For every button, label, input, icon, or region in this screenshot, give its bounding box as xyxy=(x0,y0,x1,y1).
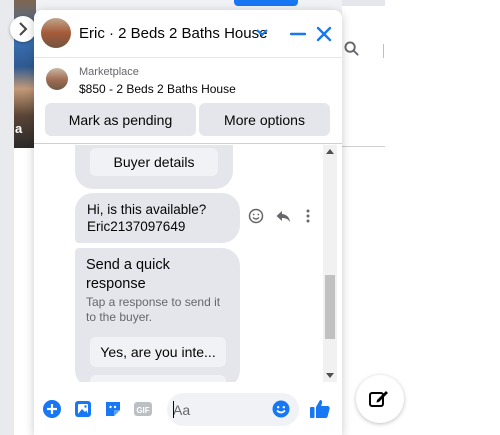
quick-reply-button[interactable]: Yes, are you inte... xyxy=(90,337,226,367)
text-caret xyxy=(173,401,174,418)
message-composer: GIF xyxy=(34,382,342,435)
minimize-icon[interactable] xyxy=(288,24,308,44)
plus-icon[interactable] xyxy=(42,399,62,419)
scroll-up-arrow[interactable] xyxy=(326,149,334,154)
message-input-wrapper[interactable] xyxy=(167,393,299,426)
background-right-panel xyxy=(342,0,385,435)
more-icon[interactable] xyxy=(304,208,312,224)
message-bubble: Buyer details xyxy=(75,145,233,189)
new-message-button[interactable] xyxy=(356,375,404,423)
background-card xyxy=(14,148,36,435)
quick-reply-button[interactable] xyxy=(90,375,226,382)
screen: a Eric · 2 Beds 2 Baths House Marketplac… xyxy=(0,0,500,435)
scrollbar-thumb[interactable] xyxy=(325,275,335,339)
chevron-down-icon[interactable] xyxy=(256,28,268,38)
more-options-button[interactable]: More options xyxy=(199,103,330,136)
page-gutter xyxy=(0,0,14,435)
gif-label: GIF xyxy=(136,406,149,415)
listing-card: Marketplace $850 - 2 Beds 2 Baths House … xyxy=(34,58,342,144)
compose-icon xyxy=(369,391,388,407)
background-top-bar xyxy=(342,0,385,6)
listing-title[interactable]: $850 - 2 Beds 2 Baths House xyxy=(79,82,236,96)
message-input[interactable] xyxy=(173,399,269,420)
emoji-icon[interactable] xyxy=(271,399,291,419)
gif-icon[interactable]: GIF xyxy=(133,399,153,419)
quick-response-title: Send a quick response xyxy=(86,257,170,292)
background-separator xyxy=(383,44,384,58)
message-text: Hi, is this available? Eric2137097649 xyxy=(87,202,207,234)
carousel-next-button[interactable] xyxy=(10,16,36,42)
reply-icon[interactable] xyxy=(275,208,291,224)
close-icon[interactable] xyxy=(314,24,334,44)
chat-window: Eric · 2 Beds 2 Baths House Marketplace … xyxy=(34,10,342,435)
message-list[interactable]: Buyer details Hi, is this available? Eri… xyxy=(34,145,323,382)
background-divider xyxy=(342,146,385,147)
chat-header[interactable]: Eric · 2 Beds 2 Baths House xyxy=(34,10,342,58)
chat-title[interactable]: Eric · 2 Beds 2 Baths House xyxy=(79,25,267,42)
scroll-down-arrow[interactable] xyxy=(326,373,334,378)
message-bubble[interactable]: Hi, is this available? Eric2137097649 xyxy=(75,193,240,243)
photo-icon[interactable] xyxy=(73,399,93,419)
background-photo-label: a xyxy=(15,121,23,136)
quick-response-subtitle: Tap a response to send it to the buyer. xyxy=(86,295,221,324)
mark-as-pending-button[interactable]: Mark as pending xyxy=(45,103,196,136)
scrollbar[interactable] xyxy=(323,145,337,382)
quick-response-card: Send a quick response Tap a response to … xyxy=(75,248,240,382)
sticker-icon[interactable] xyxy=(103,399,123,419)
listing-thumbnail[interactable] xyxy=(46,68,68,90)
emoji-icon[interactable] xyxy=(248,208,264,224)
chevron-right-icon xyxy=(19,22,28,36)
active-nav-indicator xyxy=(234,0,298,6)
buyer-details-button[interactable]: Buyer details xyxy=(90,148,218,176)
like-icon[interactable] xyxy=(308,397,332,421)
listing-source: Marketplace xyxy=(79,66,139,78)
avatar[interactable] xyxy=(41,18,71,48)
search-icon[interactable] xyxy=(344,41,359,60)
